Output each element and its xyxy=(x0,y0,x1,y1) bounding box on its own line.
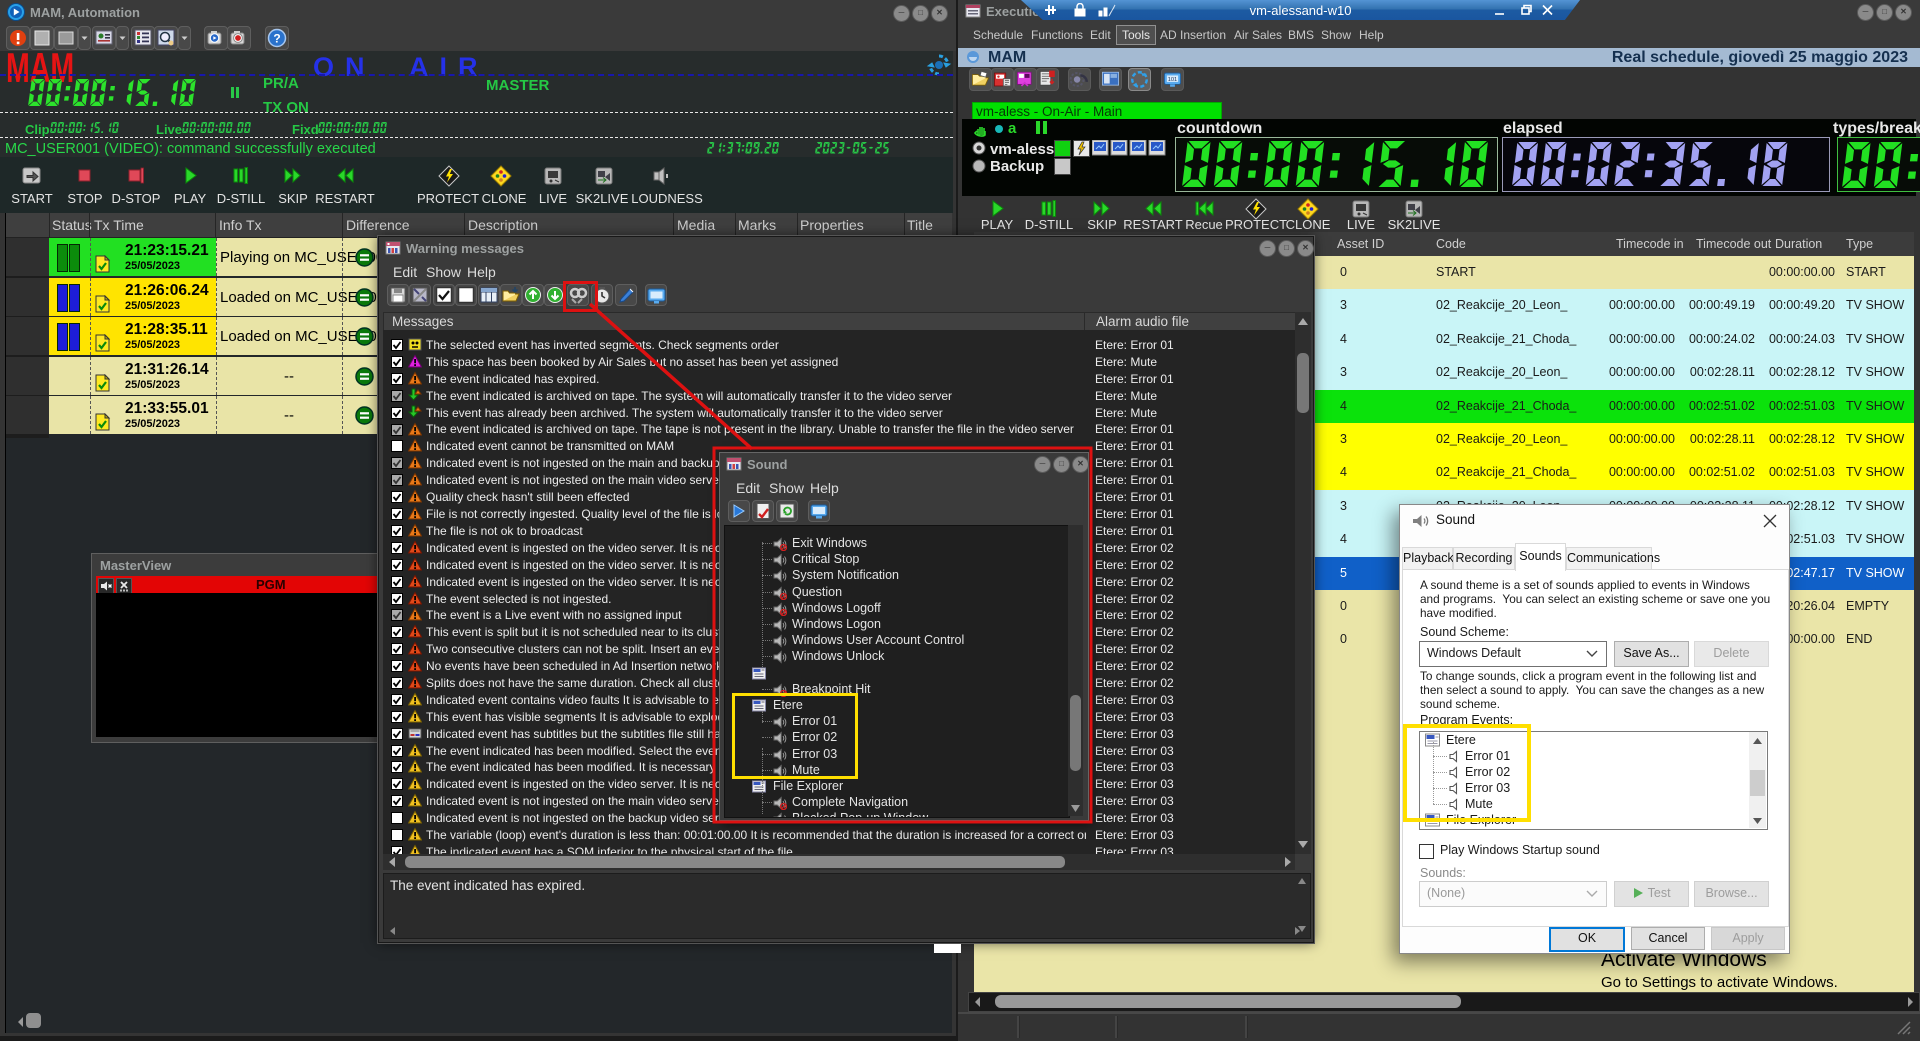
svg-text:?: ? xyxy=(273,32,280,46)
svg-text:101: 101 xyxy=(1168,77,1177,83)
